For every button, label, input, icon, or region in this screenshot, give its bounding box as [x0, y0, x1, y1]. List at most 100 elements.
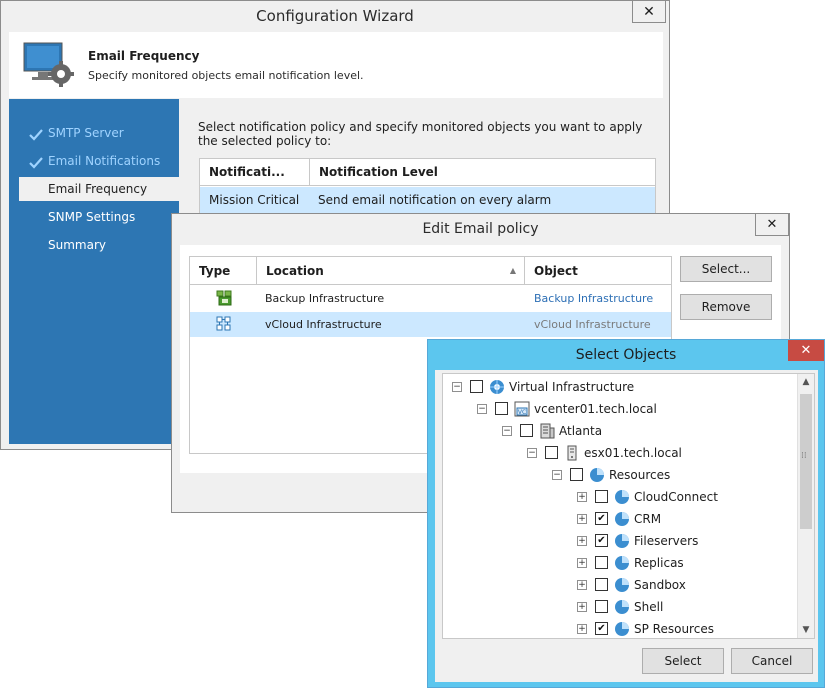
tree-vertical-scrollbar[interactable]: ▲ ⁞⁞ ▼	[797, 374, 814, 638]
cancel-button[interactable]: Cancel	[731, 648, 813, 674]
edit-policy-title: Edit Email policy	[422, 221, 539, 237]
resource-pool-icon	[615, 512, 629, 526]
tree-node[interactable]: + Shell	[443, 596, 797, 618]
tree-node[interactable]: + ✔ SP Resources	[443, 618, 797, 638]
grip-icon: ⁞⁞	[801, 451, 807, 461]
table-row[interactable]: Backup Infrastructure Backup Infrastruct…	[190, 286, 671, 311]
tree-node-checkbox[interactable]: ✔	[595, 534, 608, 547]
step-email-frequency[interactable]: Email Frequency	[19, 177, 179, 201]
step-label: SNMP Settings	[48, 210, 136, 224]
expand-icon[interactable]: +	[577, 536, 587, 546]
wizard-title: Configuration Wizard	[1, 1, 669, 31]
tree-node-label: SP Resources	[634, 622, 714, 636]
tree-node[interactable]: + Sandbox	[443, 574, 797, 596]
checkmark-icon	[29, 129, 43, 141]
object-link[interactable]: vCloud Infrastructure	[534, 312, 651, 337]
tree-node[interactable]: − Virtual Infrastructure	[443, 376, 797, 398]
expand-icon[interactable]: +	[577, 602, 587, 612]
sort-ascending-icon: ▲	[509, 266, 516, 275]
vcenter-icon: VC	[514, 401, 530, 417]
scrollbar-thumb[interactable]	[800, 394, 812, 529]
scroll-up-icon[interactable]: ▲	[798, 374, 814, 390]
tree-node[interactable]: − VC vcenter01.tech.local	[443, 398, 797, 420]
tree-node[interactable]: + ✔ Fileservers	[443, 530, 797, 552]
expand-icon[interactable]: +	[577, 492, 587, 502]
tree-node-label: Shell	[634, 600, 664, 614]
tree-node-checkbox[interactable]	[520, 424, 533, 437]
tree-node-checkbox[interactable]	[545, 446, 558, 459]
wizard-close-button[interactable]: ✕	[632, 1, 666, 23]
collapse-icon[interactable]: −	[552, 470, 562, 480]
table-row[interactable]: vCloud Infrastructure vCloud Infrastruct…	[190, 312, 671, 337]
tree-node[interactable]: − Atlanta	[443, 420, 797, 442]
step-label: Email Frequency	[48, 182, 148, 196]
step-snmp-settings[interactable]: SNMP Settings	[9, 205, 179, 229]
step-label: Email Notifications	[48, 154, 161, 168]
step-email-notifications[interactable]: Email Notifications	[9, 149, 179, 173]
table-row[interactable]: Mission Critical Send email notification…	[200, 187, 655, 213]
collapse-icon[interactable]: −	[527, 448, 537, 458]
tree-node-checkbox[interactable]	[595, 578, 608, 591]
tree-node-checkbox[interactable]	[495, 402, 508, 415]
expand-icon[interactable]: +	[577, 514, 587, 524]
remove-button[interactable]: Remove	[680, 294, 772, 320]
step-label: Summary	[48, 238, 106, 252]
expand-icon[interactable]: +	[577, 580, 587, 590]
location-header-label: Location	[266, 264, 324, 278]
expand-icon[interactable]: +	[577, 558, 587, 568]
select-objects-button[interactable]: Select...	[680, 256, 772, 282]
checkmark-icon	[29, 157, 43, 169]
tree-node-checkbox[interactable]	[570, 468, 583, 481]
select-objects-body: − Virtual Infrastructure − VC vcenter01.tech…	[435, 370, 818, 682]
wizard-step-subtitle: Specify monitored objects email notifica…	[88, 69, 364, 82]
step-summary[interactable]: Summary	[9, 233, 179, 257]
tree-node-label: CRM	[634, 512, 662, 526]
column-header-notification-level[interactable]: Notification Level	[310, 159, 655, 186]
tree-node-checkbox[interactable]	[470, 380, 483, 393]
edit-policy-close-button[interactable]: ✕	[755, 214, 789, 236]
tree-node[interactable]: + ✔ CRM	[443, 508, 797, 530]
location-cell: Backup Infrastructure	[265, 292, 385, 305]
host-icon	[567, 445, 577, 461]
tree-node-label: Resources	[609, 468, 671, 482]
column-header-type[interactable]: Type	[190, 257, 257, 285]
column-header-location[interactable]: Location ▲	[257, 257, 525, 285]
column-header-object[interactable]: Object	[525, 257, 671, 285]
tree-node-checkbox[interactable]	[595, 556, 608, 569]
wizard-step-title: Email Frequency	[88, 49, 200, 63]
virtual-infrastructure-icon	[490, 380, 504, 394]
tree-node-checkbox[interactable]	[595, 490, 608, 503]
expand-icon[interactable]: +	[577, 624, 587, 634]
select-button[interactable]: Select	[642, 648, 724, 674]
vcloud-infrastructure-icon	[216, 316, 231, 331]
column-header-notification[interactable]: Notificati...	[200, 159, 310, 186]
select-objects-dialog: Select Objects ✕ − Virtual Infrastructure…	[427, 339, 825, 688]
resource-pool-icon	[615, 534, 629, 548]
tree-node-checkbox[interactable]: ✔	[595, 622, 608, 635]
select-objects-close-button[interactable]: ✕	[788, 340, 824, 361]
tree-node[interactable]: + Replicas	[443, 552, 797, 574]
tree-node-label: Replicas	[634, 556, 684, 570]
tree-node[interactable]: − esx01.tech.local	[443, 442, 797, 464]
collapse-icon[interactable]: −	[502, 426, 512, 436]
resource-pool-icon	[615, 556, 629, 570]
object-link[interactable]: Backup Infrastructure	[534, 286, 653, 311]
tree-node-checkbox[interactable]: ✔	[595, 512, 608, 525]
policy-instructions: Select notification policy and specify m…	[198, 120, 643, 148]
collapse-icon[interactable]: −	[477, 404, 487, 414]
tree-node-label: vcenter01.tech.local	[534, 402, 657, 416]
policy-level-cell: Send email notification on every alarm	[318, 193, 552, 207]
wizard-header: Email Frequency Specify monitored object…	[9, 32, 663, 98]
step-smtp-server[interactable]: SMTP Server	[9, 121, 179, 145]
tree-node-checkbox[interactable]	[595, 600, 608, 613]
scroll-down-icon[interactable]: ▼	[798, 622, 814, 638]
tree-node[interactable]: + CloudConnect	[443, 486, 797, 508]
tree-node-label: Sandbox	[634, 578, 686, 592]
tree-node-label: esx01.tech.local	[584, 446, 682, 460]
tree-node-label: Fileservers	[634, 534, 699, 548]
datacenter-icon	[540, 423, 555, 439]
object-tree: − Virtual Infrastructure − VC vcenter01.tech…	[442, 373, 815, 639]
monitor-gear-icon	[23, 42, 74, 87]
tree-node[interactable]: − Resources	[443, 464, 797, 486]
collapse-icon[interactable]: −	[452, 382, 462, 392]
